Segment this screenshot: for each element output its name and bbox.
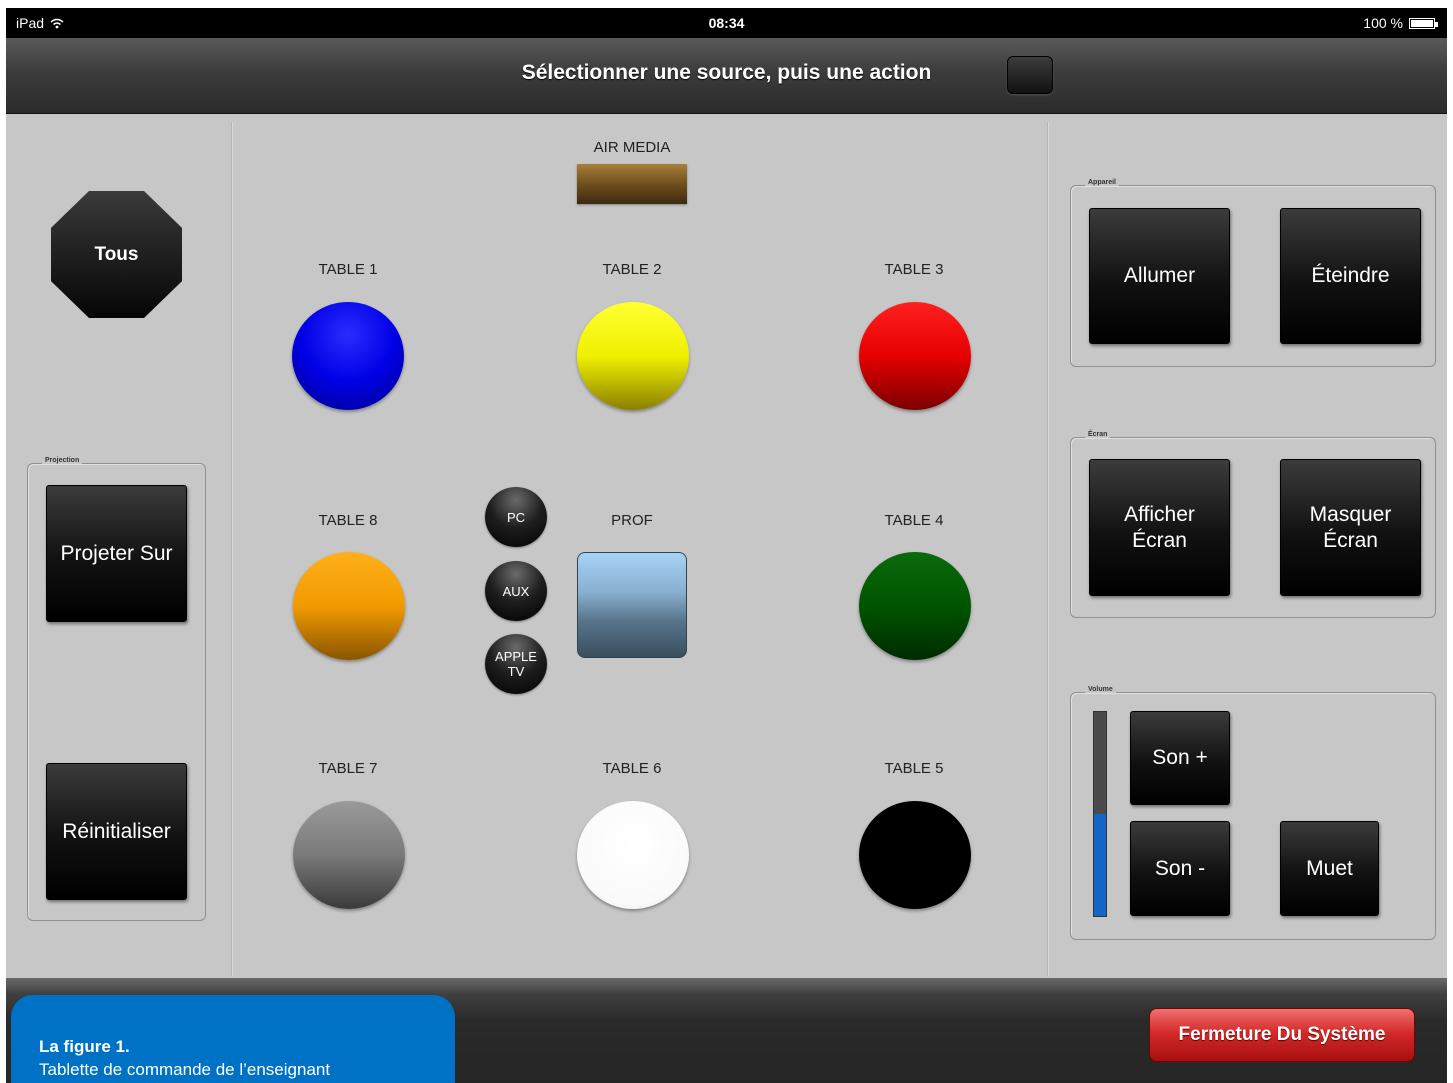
apple-tv-input-button[interactable]: APPLE TV: [485, 634, 547, 694]
aux-input-button[interactable]: AUX: [485, 561, 547, 621]
reset-button[interactable]: Réinitialiser: [46, 763, 187, 900]
table-2-label: TABLE 2: [602, 261, 662, 278]
left-divider: [231, 122, 233, 976]
mute-button[interactable]: Muet: [1280, 821, 1379, 916]
power-off-button[interactable]: Éteindre: [1280, 208, 1421, 344]
table-6-label: TABLE 6: [602, 760, 662, 777]
project-button[interactable]: Projeter Sur: [46, 485, 187, 622]
figure-caption: La figure 1. Tablette de commande de l’e…: [11, 995, 455, 1083]
hide-screen-button[interactable]: Masquer Écran: [1280, 459, 1421, 596]
table-5-label: TABLE 5: [884, 760, 944, 777]
air-media-source[interactable]: [577, 164, 687, 204]
battery-text: 100 %: [1363, 15, 1403, 31]
volume-legend: Volume: [1085, 686, 1116, 693]
table-1-label: TABLE 1: [318, 261, 378, 278]
show-screen-button[interactable]: Afficher Écran: [1089, 459, 1230, 596]
table-8-label: TABLE 8: [318, 512, 378, 529]
projection-legend: Projection: [42, 457, 83, 464]
status-time: 08:34: [708, 15, 745, 31]
table-3-label: TABLE 3: [884, 261, 944, 278]
caption-title: La figure 1.: [39, 1037, 130, 1056]
table-7-source[interactable]: [293, 801, 405, 909]
shutdown-button[interactable]: Fermeture Du Système: [1149, 1008, 1415, 1062]
volume-group: Volume: [1070, 686, 1436, 940]
status-bar: iPad 08:34 100 %: [6, 8, 1447, 38]
caption-text: Tablette de commande de l’enseignant: [39, 1060, 331, 1079]
table-3-source[interactable]: [859, 302, 971, 410]
pc-input-button[interactable]: PC: [485, 487, 547, 547]
table-5-source[interactable]: [859, 801, 971, 909]
volume-level-bar: [1093, 711, 1107, 917]
volume-level-fill: [1094, 814, 1106, 916]
table-8-source[interactable]: [293, 552, 405, 660]
table-4-source[interactable]: [859, 552, 971, 660]
table-1-source[interactable]: [292, 302, 404, 410]
power-on-button[interactable]: Allumer: [1089, 208, 1230, 344]
status-right: 100 %: [1363, 15, 1438, 31]
title-bar: Sélectionner une source, puis une action: [6, 38, 1447, 114]
device-legend: Appareil: [1085, 179, 1120, 186]
screen-legend: Écran: [1085, 431, 1111, 438]
battery-icon: [1409, 17, 1438, 29]
tablet-screen: iPad 08:34 100 % Sélectionner une source…: [6, 8, 1447, 1083]
table-7-label: TABLE 7: [318, 760, 378, 777]
all-button[interactable]: Tous: [51, 191, 182, 318]
air-media-label: AIR MEDIA: [593, 139, 671, 156]
prof-label: PROF: [611, 512, 653, 529]
right-divider: [1047, 122, 1049, 976]
volume-up-button[interactable]: Son +: [1130, 711, 1230, 805]
table-4-label: TABLE 4: [884, 512, 944, 529]
prof-source[interactable]: [577, 552, 687, 658]
volume-down-button[interactable]: Son -: [1130, 821, 1230, 916]
table-2-source[interactable]: [577, 302, 689, 410]
table-6-source[interactable]: [577, 801, 689, 909]
status-indicator-button[interactable]: [1007, 56, 1053, 94]
page-title: Sélectionner une source, puis une action: [521, 61, 932, 84]
